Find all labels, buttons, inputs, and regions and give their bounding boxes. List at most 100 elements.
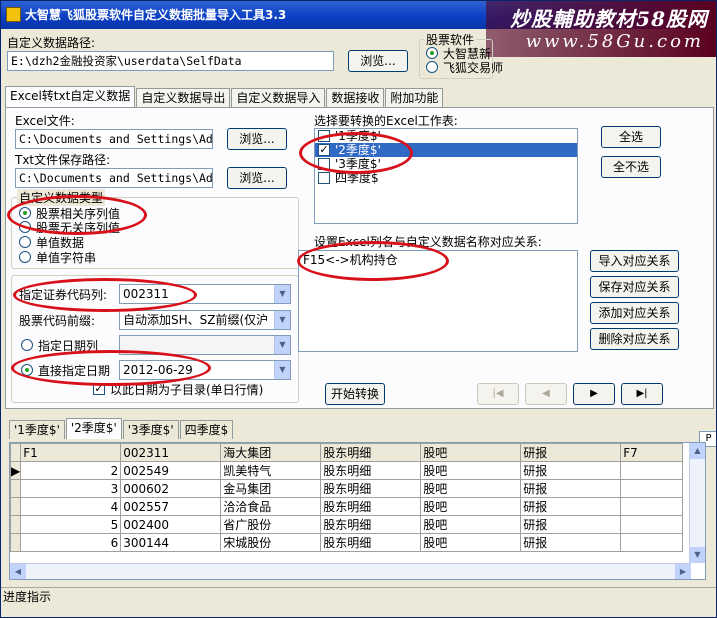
nav-prev-button[interactable]: ◀ [525,383,567,405]
sheet-item-q2[interactable]: ✓ '2季度$' [315,143,577,157]
grid-col-header[interactable]: F1 [20,443,122,462]
table-row[interactable]: ▶ 2 002549 凯美特气 股东明细 股吧 研报 [10,461,684,480]
grid-cell[interactable]: 000602 [120,479,222,498]
date-col-radio[interactable] [21,339,33,351]
sheet-list[interactable]: '1季度$' ✓ '2季度$' '3季度$' 四季度$ [314,128,578,224]
grid-col-header[interactable]: 股吧 [420,443,522,462]
grid-cell[interactable]: 研报 [520,497,622,516]
sheet-q2-checkbox[interactable]: ✓ [318,144,330,156]
start-convert-button[interactable]: 开始转换 [325,383,385,405]
date-picker[interactable]: 2012-06-29 ▼ [119,360,291,380]
select-all-button[interactable]: 全选 [601,126,661,148]
import-mapping-button[interactable]: 导入对应关系 [590,250,679,272]
sheet-q1-checkbox[interactable] [318,130,330,142]
code-col-select[interactable]: 002311 ▼ [119,284,291,304]
grid-cell[interactable] [620,461,684,480]
sheet-q3-checkbox[interactable] [318,158,330,170]
delete-mapping-button[interactable]: 删除对应关系 [590,328,679,350]
tab-excel-to-txt[interactable]: Excel转txt自定义数据 [5,86,136,107]
sheet-item-q1[interactable]: '1季度$' [315,129,577,143]
grid-cell[interactable]: 002557 [120,497,222,516]
grid-cell[interactable]: 股东明细 [320,461,422,480]
grid-cell[interactable] [620,515,684,534]
date-col-select[interactable]: ▼ [119,335,291,355]
date-direct-radio[interactable] [21,364,33,376]
grid-cell[interactable]: 股吧 [420,497,522,516]
grid-cell[interactable]: 省广股份 [220,515,322,534]
tab-import[interactable]: 自定义数据导入 [231,88,326,107]
tab-receive[interactable]: 数据接收 [326,88,385,107]
nav-first-button[interactable]: |◀ [477,383,519,405]
sheet-item-q3[interactable]: '3季度$' [315,157,577,171]
select-none-button[interactable]: 全不选 [601,156,661,178]
sheet-tab-q4[interactable]: 四季度$ [179,420,234,439]
vertical-scrollbar[interactable]: ▲ ▼ [689,443,705,563]
software-radio-feihu[interactable] [426,61,438,73]
txt-path-input[interactable]: C:\Documents and Settings\Ad [15,168,213,188]
add-mapping-button[interactable]: 添加对应关系 [590,302,679,324]
grid-cell[interactable]: 股吧 [420,515,522,534]
mapping-list[interactable]: F15<->机构持仓 [298,250,578,352]
grid-cell[interactable]: 凯美特气 [220,461,322,480]
table-row[interactable]: 4 002557 洽洽食品 股东明细 股吧 研报 [10,497,684,516]
grid-cell[interactable] [620,533,684,552]
sheet-q4-checkbox[interactable] [318,172,330,184]
excel-file-browse-button[interactable]: 浏览... [227,128,287,150]
grid-cell[interactable]: 股吧 [420,461,522,480]
grid-cell[interactable]: 股吧 [420,479,522,498]
tab-export[interactable]: 自定义数据导出 [136,88,231,107]
grid-cell[interactable]: 研报 [520,515,622,534]
grid-cell[interactable]: 002400 [120,515,222,534]
grid-cell[interactable]: 6 [20,533,122,552]
grid-col-header[interactable]: 海大集团 [220,443,322,462]
grid-cell[interactable]: 002549 [120,461,222,480]
tab-extra[interactable]: 附加功能 [385,88,444,107]
scroll-down-icon[interactable]: ▼ [690,547,705,563]
data-grid[interactable]: F1 002311 海大集团 股东明细 股吧 研报 F7 ▶ 2 002549 … [9,442,706,580]
chevron-down-icon[interactable]: ▼ [274,336,290,354]
grid-col-header[interactable]: F7 [620,443,684,462]
nav-last-button[interactable]: ▶| [621,383,663,405]
data-path-input[interactable]: E:\dzh2金融投资家\userdata\SelfData [7,51,334,71]
grid-cell[interactable]: 2 [20,461,122,480]
grid-col-header[interactable]: 002311 [120,443,222,462]
chevron-down-icon[interactable]: ▼ [274,285,290,303]
horizontal-scrollbar[interactable]: ◀ ▶ [10,563,691,579]
grid-cell[interactable]: 研报 [520,533,622,552]
grid-cell[interactable]: 股东明细 [320,479,422,498]
grid-cell[interactable]: 研报 [520,461,622,480]
grid-cell[interactable]: 300144 [120,533,222,552]
txt-path-browse-button[interactable]: 浏览... [227,167,287,189]
scroll-up-icon[interactable]: ▲ [690,443,705,459]
data-type-radio-related[interactable] [19,207,31,219]
table-row[interactable]: 5 002400 省广股份 股东明细 股吧 研报 [10,515,684,534]
grid-cell[interactable]: 3 [20,479,122,498]
subdir-checkbox[interactable]: ✓ [93,383,105,395]
sheet-tab-q2[interactable]: '2季度$' [65,418,122,439]
grid-cell[interactable]: 金马集团 [220,479,322,498]
data-type-radio-single[interactable] [19,236,31,248]
grid-cell[interactable]: 股吧 [420,533,522,552]
data-path-browse-button[interactable]: 浏览... [348,50,408,72]
sheet-item-q4[interactable]: 四季度$ [315,171,577,185]
excel-file-input[interactable]: C:\Documents and Settings\Ad [15,129,213,149]
prefix-select[interactable]: 自动添加SH、SZ前缀(仅沪 ▼ [119,310,291,330]
grid-cell[interactable]: 研报 [520,479,622,498]
software-radio-dzh[interactable] [426,47,438,59]
table-row[interactable]: 6 300144 宋城股份 股东明细 股吧 研报 [10,533,684,552]
grid-cell[interactable]: 宋城股份 [220,533,322,552]
scroll-left-icon[interactable]: ◀ [10,564,26,579]
mapping-item[interactable]: F15<->机构持仓 [299,253,577,267]
grid-col-header[interactable]: 研报 [520,443,622,462]
scroll-right-icon[interactable]: ▶ [675,564,691,579]
chevron-down-icon[interactable]: ▼ [274,361,290,379]
grid-col-header[interactable]: 股东明细 [320,443,422,462]
table-row[interactable]: 3 000602 金马集团 股东明细 股吧 研报 [10,479,684,498]
grid-cell[interactable] [620,479,684,498]
grid-cell[interactable]: 股东明细 [320,497,422,516]
nav-next-button[interactable]: ▶ [573,383,615,405]
data-type-radio-unrelated[interactable] [19,221,31,233]
grid-cell[interactable]: 5 [20,515,122,534]
sheet-tab-q1[interactable]: '1季度$' [9,420,65,439]
data-type-radio-string[interactable] [19,251,31,263]
